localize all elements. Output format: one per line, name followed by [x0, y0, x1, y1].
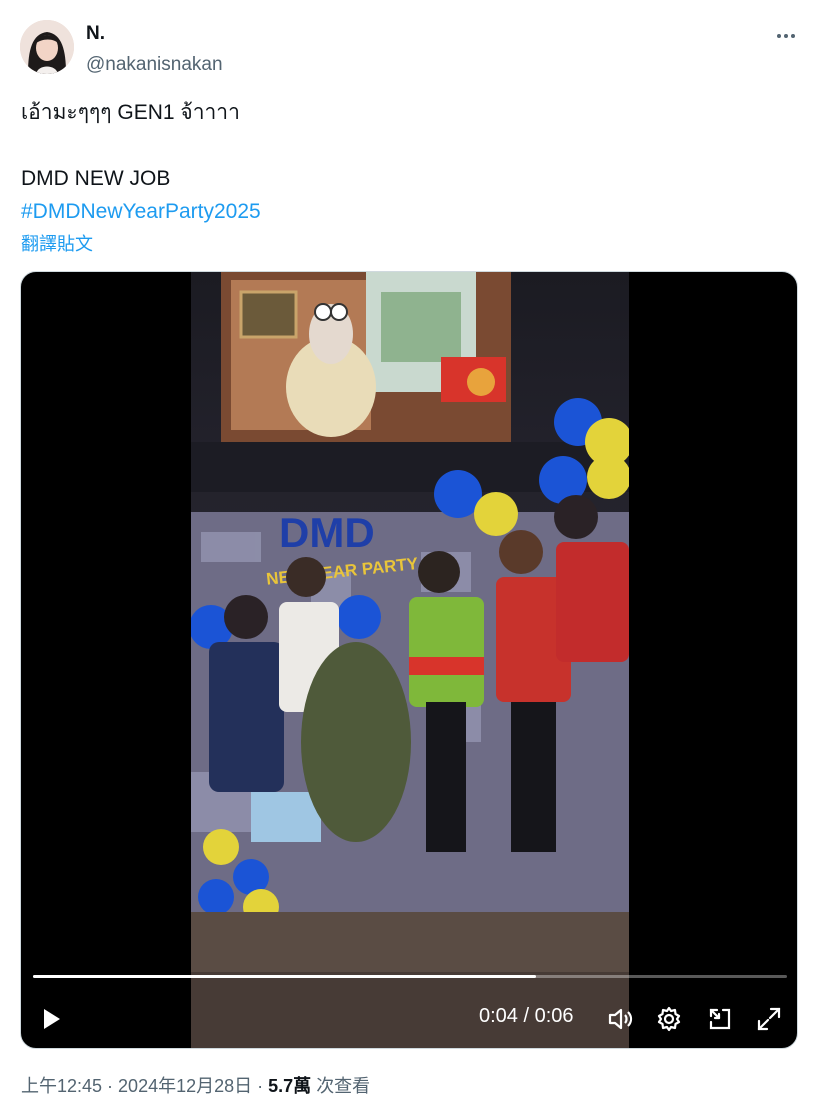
separator: ·: [102, 1076, 119, 1096]
hashtag-link[interactable]: #DMDNewYearParty2025: [21, 195, 791, 228]
progress-bar[interactable]: [33, 975, 787, 978]
pip-icon[interactable]: [702, 1001, 738, 1037]
display-name[interactable]: N.: [86, 22, 223, 46]
user-handle[interactable]: @nakanisnakan: [86, 52, 223, 78]
video-player[interactable]: DMD NEW YEAR PARTY 0:04 / 0:06: [20, 271, 798, 1049]
dmd-sign: DMD: [279, 509, 375, 556]
play-icon[interactable]: [33, 1001, 69, 1037]
tweet-header: N. @nakanisnakan: [20, 18, 800, 78]
video-controls: 0:04 / 0:06: [21, 997, 797, 1041]
time-display: 0:04 / 0:06: [479, 1005, 574, 1027]
progress-fill: [33, 975, 536, 978]
post-date[interactable]: 2024年12月28日: [118, 1076, 252, 1096]
gear-icon[interactable]: [651, 1001, 687, 1037]
views-label: 次查看: [316, 1076, 371, 1096]
volume-icon[interactable]: [602, 1001, 638, 1037]
fullscreen-icon[interactable]: [751, 1001, 787, 1037]
view-count: 5.7萬: [268, 1076, 312, 1096]
video-frame[interactable]: DMD NEW YEAR PARTY: [191, 272, 629, 1048]
tweet-meta: 上午12:45 · 2024年12月28日 · 5.7萬 次查看: [21, 1072, 370, 1098]
more-icon[interactable]: [772, 26, 800, 46]
post-time[interactable]: 上午12:45: [21, 1076, 102, 1096]
tweet-line: เอ้ามะๆๆๆ GEN1 จ้าาาา: [21, 101, 240, 124]
tweet-text: เอ้ามะๆๆๆ GEN1 จ้าาาา DMD NEW JOB #DMDNe…: [21, 96, 791, 228]
tweet-line: DMD NEW JOB: [21, 167, 171, 190]
avatar[interactable]: [20, 20, 74, 74]
translate-post-link[interactable]: 翻譯貼文: [21, 230, 93, 256]
separator: ·: [252, 1076, 269, 1096]
video-thumbnail: DMD NEW YEAR PARTY: [191, 272, 629, 1048]
